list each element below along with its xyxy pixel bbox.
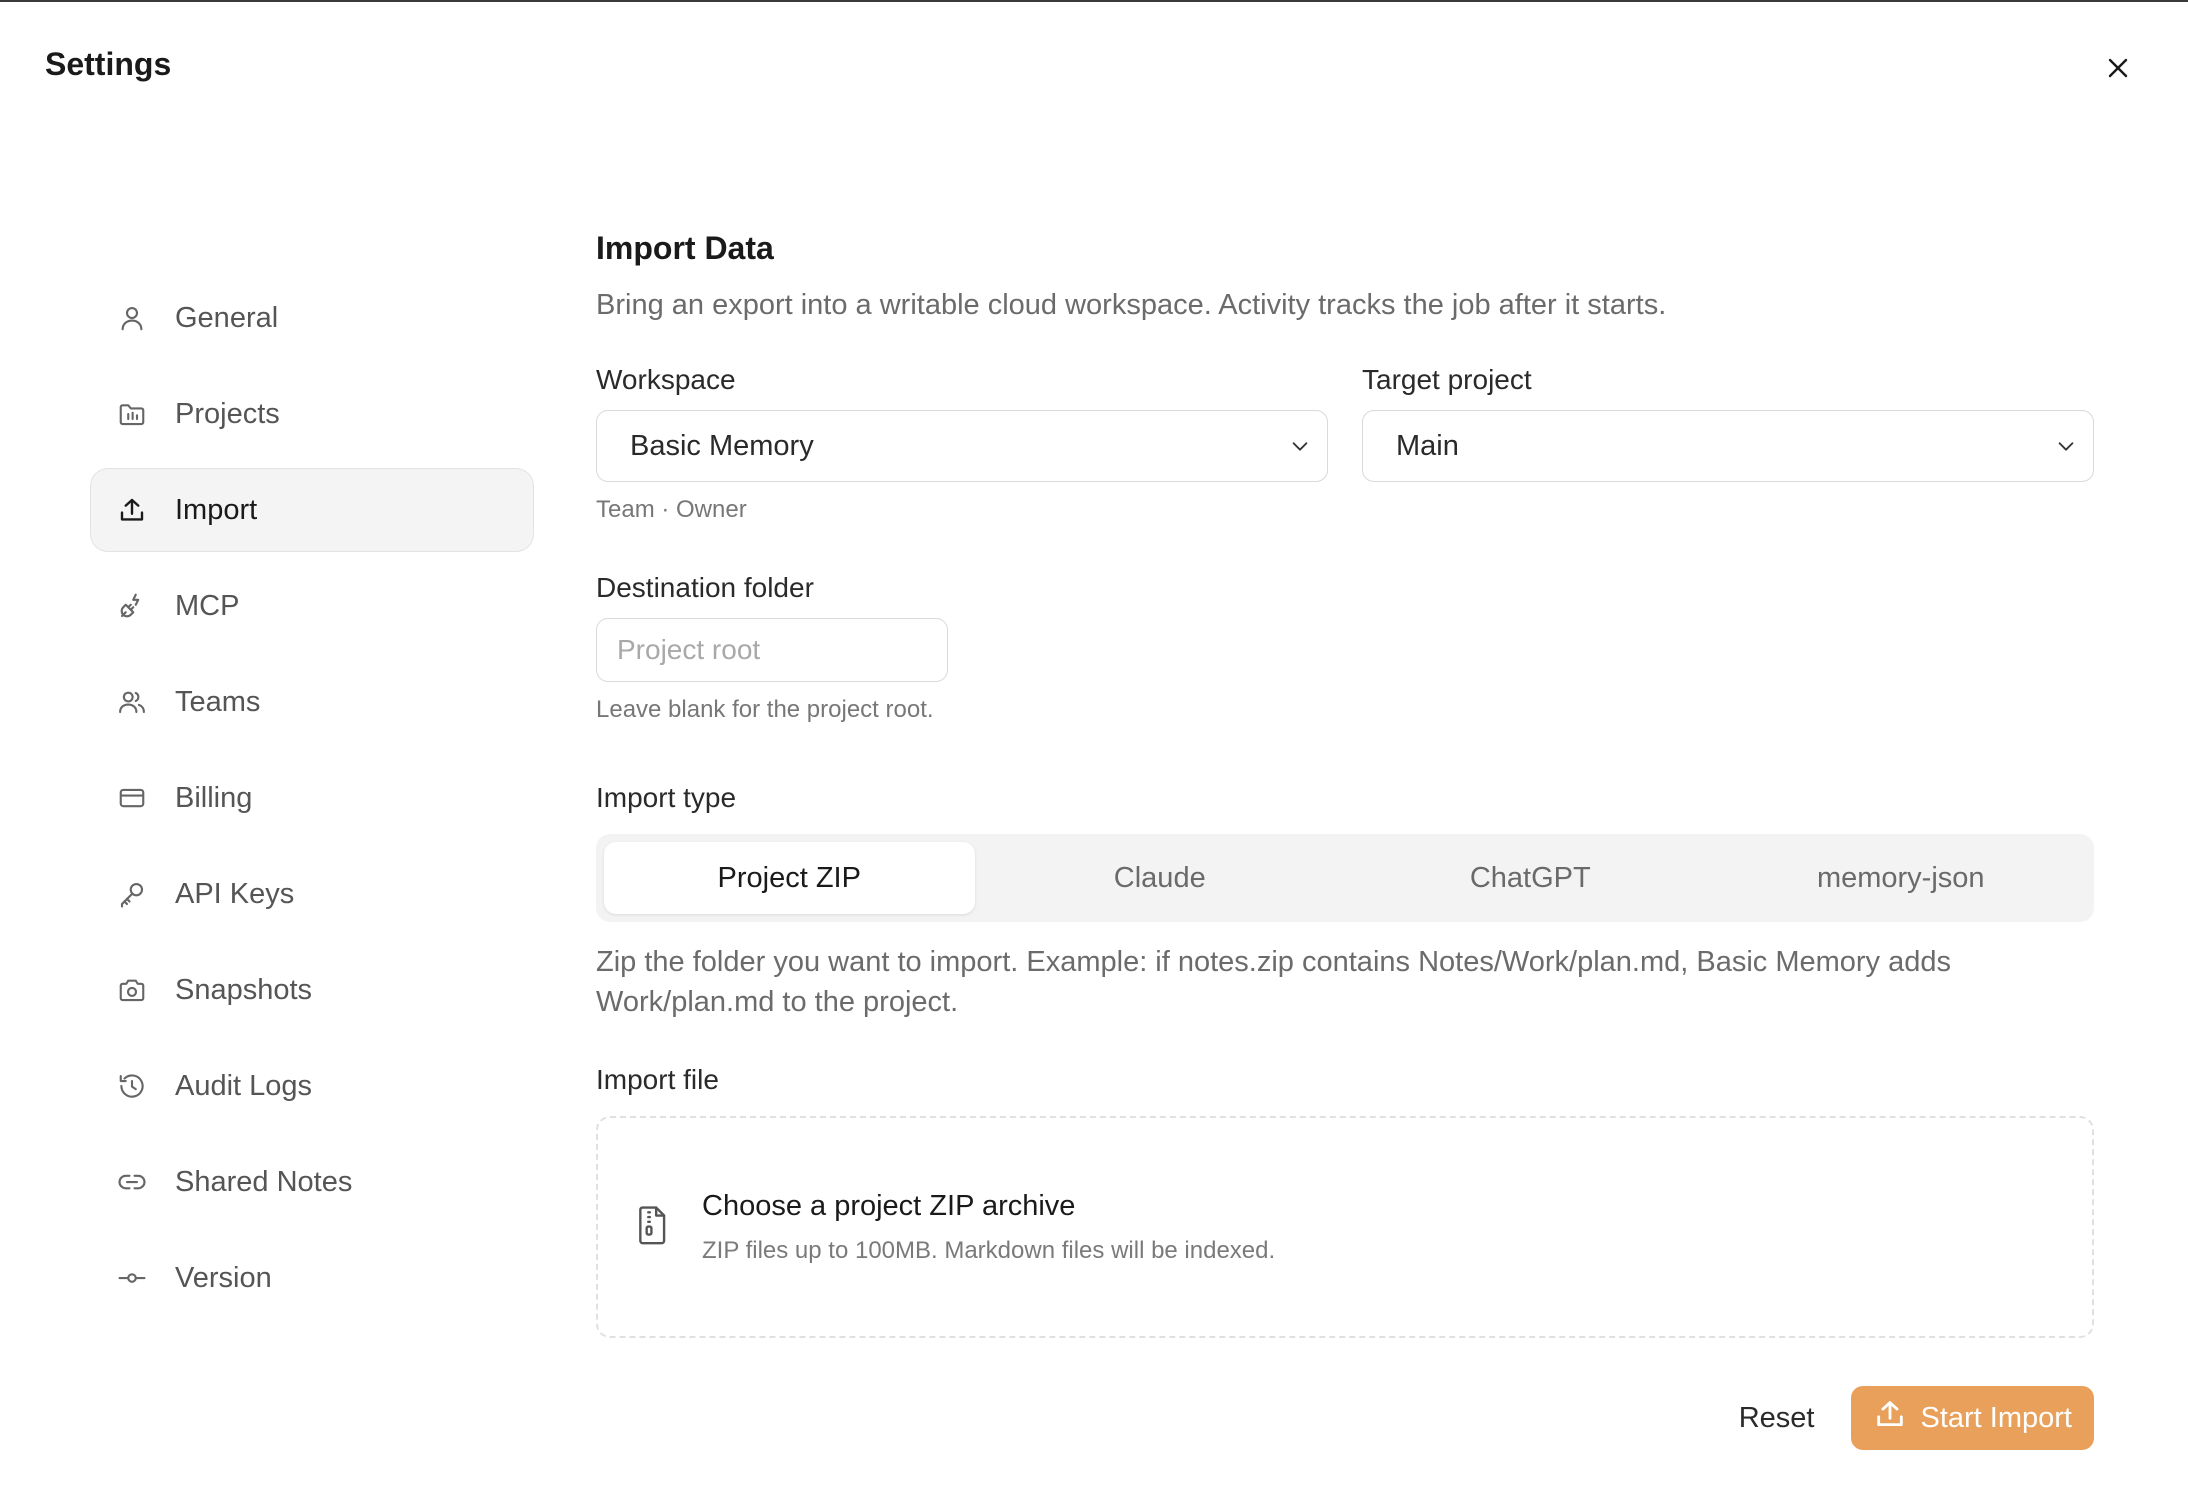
camera-icon xyxy=(115,973,149,1007)
sidebar-item-shared-notes[interactable]: Shared Notes xyxy=(90,1140,534,1224)
sidebar-item-label: Version xyxy=(175,1261,272,1294)
target-project-select[interactable]: Main xyxy=(1362,410,2094,482)
sidebar-item-api-keys[interactable]: API Keys xyxy=(90,852,534,936)
file-dropzone[interactable]: Choose a project ZIP archive ZIP files u… xyxy=(596,1116,2094,1338)
target-project-field: Target project Main xyxy=(1362,364,2094,524)
import-type-option-chatgpt[interactable]: ChatGPT xyxy=(1345,842,1716,914)
sidebar-item-label: Audit Logs xyxy=(175,1069,313,1102)
upload-icon xyxy=(115,493,149,527)
destination-folder-input[interactable] xyxy=(596,618,948,682)
workspace-field: Workspace Basic Memory Team · Owner xyxy=(596,364,1328,524)
sidebar-item-version[interactable]: Version xyxy=(90,1236,534,1320)
import-type-option-memory-json[interactable]: memory-json xyxy=(1716,842,2087,914)
history-icon xyxy=(115,1069,149,1103)
sidebar-item-label: General xyxy=(175,301,279,334)
user-icon xyxy=(115,301,149,335)
workspace-help: Team · Owner xyxy=(596,496,747,523)
sidebar-item-label: Teams xyxy=(175,685,261,718)
import-type-field: Import type Project ZIP Claude ChatGPT m… xyxy=(596,782,2094,1022)
sidebar-item-teams[interactable]: Teams xyxy=(90,660,534,744)
file-zip-icon xyxy=(634,1204,672,1251)
workspace-label: Workspace xyxy=(596,364,736,395)
close-button[interactable] xyxy=(2098,48,2138,88)
import-file-field: Import file Choose a project ZIP archive… xyxy=(596,1064,2094,1338)
import-type-label: Import type xyxy=(596,782,737,813)
top-border xyxy=(0,0,2188,2)
target-project-select-value: Main xyxy=(1396,429,1459,462)
import-type-option-claude[interactable]: Claude xyxy=(975,842,1346,914)
import-panel: Import Data Bring an export into a writa… xyxy=(596,230,2094,1450)
folder-chart-icon xyxy=(115,397,149,431)
import-file-label: Import file xyxy=(596,1064,719,1095)
sidebar-item-label: API Keys xyxy=(175,877,295,910)
import-type-segmented-control: Project ZIP Claude ChatGPT memory-json xyxy=(596,834,2094,922)
target-project-label: Target project xyxy=(1362,364,1532,395)
users-icon xyxy=(115,685,149,719)
link-icon xyxy=(115,1165,149,1199)
close-icon xyxy=(2108,58,2128,78)
dropzone-subtitle: ZIP files up to 100MB. Markdown files wi… xyxy=(702,1236,1276,1264)
sidebar-item-label: Snapshots xyxy=(175,973,313,1006)
sidebar-item-audit-logs[interactable]: Audit Logs xyxy=(90,1044,534,1128)
sidebar-item-label: Projects xyxy=(175,397,280,430)
plug-icon xyxy=(115,589,149,623)
destination-label: Destination folder xyxy=(596,572,814,603)
reset-button[interactable]: Reset xyxy=(1739,1402,1815,1435)
sidebar-item-label: Import xyxy=(175,493,258,526)
chevron-down-icon xyxy=(1287,433,1313,459)
commit-icon xyxy=(115,1261,149,1295)
dropzone-title: Choose a project ZIP archive xyxy=(702,1189,1076,1222)
credit-card-icon xyxy=(115,781,149,815)
sidebar-item-billing[interactable]: Billing xyxy=(90,756,534,840)
start-import-button[interactable]: Start Import xyxy=(1850,1386,2094,1450)
workspace-select-value: Basic Memory xyxy=(630,429,814,462)
sidebar-item-label: Billing xyxy=(175,781,253,814)
sidebar-item-general[interactable]: General xyxy=(90,276,534,360)
sidebar-item-import[interactable]: Import xyxy=(90,468,534,552)
key-icon xyxy=(115,877,149,911)
sidebar-item-snapshots[interactable]: Snapshots xyxy=(90,948,534,1032)
section-description: Bring an export into a writable cloud wo… xyxy=(596,289,1667,321)
sidebar-item-mcp[interactable]: MCP xyxy=(90,564,534,648)
sidebar-item-projects[interactable]: Projects xyxy=(90,372,534,456)
chevron-down-icon xyxy=(2053,433,2079,459)
destination-field: Destination folder Leave blank for the p… xyxy=(596,572,2094,724)
upload-icon xyxy=(1873,1397,1907,1439)
import-type-option-project-zip[interactable]: Project ZIP xyxy=(604,842,975,914)
workspace-select[interactable]: Basic Memory xyxy=(596,410,1328,482)
sidebar-item-label: Shared Notes xyxy=(175,1165,353,1198)
destination-help: Leave blank for the project root. xyxy=(596,696,934,723)
dropzone-text: Choose a project ZIP archive ZIP files u… xyxy=(702,1190,1275,1265)
dialog-title: Settings xyxy=(45,46,172,82)
sidebar-item-label: MCP xyxy=(175,589,240,622)
form-actions: Reset Start Import xyxy=(596,1386,2094,1450)
start-import-label: Start Import xyxy=(1920,1401,2073,1434)
workspace-project-row: Workspace Basic Memory Team · Owner Targ… xyxy=(596,364,2094,524)
settings-sidebar: General Projects Import MCP Teams Billin… xyxy=(90,276,534,1332)
import-type-help: Zip the folder you want to import. Examp… xyxy=(596,946,1951,1018)
section-title: Import Data xyxy=(596,230,774,266)
